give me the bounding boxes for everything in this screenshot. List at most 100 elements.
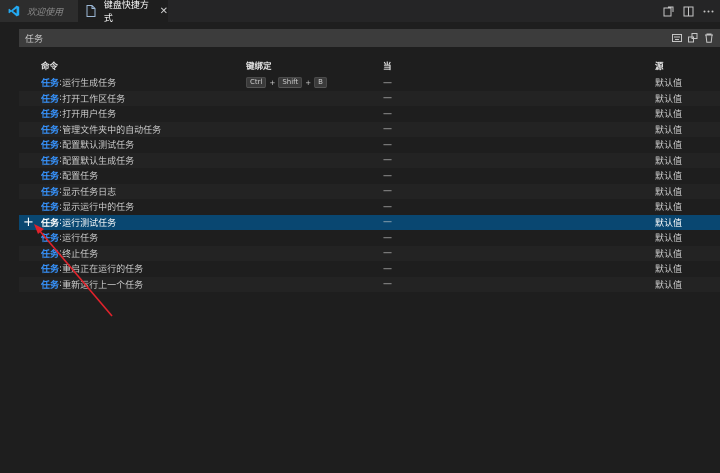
table-row[interactable]: 任务: 打开工作区任务 — 默认值 <box>19 90 720 107</box>
command-cell: 任务: 重新运行上一个任务 <box>41 277 143 293</box>
command-name: 配置默认测试任务 <box>62 141 135 152</box>
when-cell: — <box>383 155 392 166</box>
table-row[interactable]: 任务: 管理文件夹中的自动任务 — 默认值 <box>19 121 720 138</box>
command-name: 显示运行中的任务 <box>62 203 135 214</box>
command-name: 打开用户任务 <box>62 110 117 121</box>
clear-search-icon[interactable] <box>704 33 714 43</box>
tab-welcome-label: 欢迎使用 <box>27 7 64 18</box>
command-cell: 任务: 重启正在运行的任务 <box>41 261 143 277</box>
source-cell: 默认值 <box>655 234 683 245</box>
command-name: 终止任务 <box>62 249 99 260</box>
command-category: 任务 <box>41 187 60 198</box>
command-cell: 任务: 管理文件夹中的自动任务 <box>41 122 161 138</box>
table-row[interactable]: 任务: 终止任务 — 默认值 <box>19 245 720 261</box>
source-cell: 默认值 <box>655 79 683 90</box>
source-cell: 默认值 <box>655 125 683 136</box>
close-icon[interactable]: ✕ <box>160 6 168 17</box>
when-cell: — <box>383 201 392 212</box>
record-keys-icon[interactable] <box>672 33 682 43</box>
tab-welcome[interactable]: 欢迎使用 <box>0 0 78 22</box>
command-category: 任务 <box>41 110 60 121</box>
command-name: 运行任务 <box>62 234 99 245</box>
command-category: 任务 <box>41 94 60 105</box>
vscode-logo-icon <box>7 4 21 18</box>
command-cell: 任务: 运行任务 <box>41 230 98 246</box>
command-category: 任务 <box>41 203 60 214</box>
sort-by-precedence-icon[interactable] <box>688 33 698 43</box>
table-row[interactable]: 任务: 配置默认测试任务 — 默认值 <box>19 137 720 153</box>
command-name: 运行测试任务 <box>62 218 117 229</box>
command-category: 任务 <box>41 234 60 245</box>
column-command: 命令 <box>41 61 59 72</box>
key-plus: + <box>269 78 276 87</box>
when-cell: — <box>383 186 392 197</box>
command-category: 任务 <box>41 79 60 90</box>
when-cell: — <box>383 77 392 88</box>
tab-keyboard-shortcuts[interactable]: 键盘快捷方式 ✕ <box>78 0 168 24</box>
table-row[interactable]: 任务: 打开用户任务 — 默认值 <box>19 106 720 122</box>
table-row[interactable]: 任务: 运行任务 — 默认值 <box>19 230 720 246</box>
keybinding-table: 任务: 运行生成任务 Ctrl + Shift + B — 默认值 任务: 打开工作区任务 — 默认… <box>19 75 720 292</box>
table-row[interactable]: 任务: 显示任务日志 — 默认值 <box>19 183 720 200</box>
when-cell: — <box>383 217 392 228</box>
source-cell: 默认值 <box>655 203 683 214</box>
split-editor-icon[interactable] <box>683 6 694 17</box>
table-header: 命令 键绑定 当 源 <box>19 58 720 73</box>
command-category: 任务 <box>41 249 60 260</box>
table-row[interactable]: 任务: 配置任务 — 默认值 <box>19 168 720 184</box>
more-actions-icon[interactable] <box>703 6 714 17</box>
source-cell: 默认值 <box>655 141 683 152</box>
when-cell: — <box>383 124 392 135</box>
command-category: 任务 <box>41 280 60 291</box>
command-cell: 任务: 打开用户任务 <box>41 106 116 122</box>
command-name: 重新运行上一个任务 <box>62 280 144 291</box>
command-cell: 任务: 运行测试任务 <box>41 215 116 231</box>
when-cell: — <box>383 108 392 119</box>
when-cell: — <box>383 279 392 290</box>
source-cell: 默认值 <box>655 265 683 276</box>
when-cell: — <box>383 170 392 181</box>
table-row[interactable]: 任务: 重启正在运行的任务 — 默认值 <box>19 261 720 277</box>
when-cell: — <box>383 93 392 104</box>
table-row[interactable]: + 任务: 运行测试任务 — 默认值 <box>19 214 720 231</box>
command-name: 运行生成任务 <box>62 79 117 90</box>
command-name: 配置默认生成任务 <box>62 156 135 167</box>
tab-keyboard-shortcuts-label: 键盘快捷方式 <box>103 1 149 24</box>
open-json-icon[interactable] <box>663 6 674 17</box>
source-cell: 默认值 <box>655 218 683 229</box>
when-cell: — <box>383 139 392 150</box>
add-keybinding-icon[interactable]: + <box>23 215 34 231</box>
source-cell: 默认值 <box>655 172 683 183</box>
keycap: Shift <box>278 77 303 89</box>
command-cell: 任务: 配置默认测试任务 <box>41 137 134 153</box>
column-keybinding: 键绑定 <box>246 61 272 72</box>
when-cell: — <box>383 263 392 274</box>
source-cell: 默认值 <box>655 156 683 167</box>
command-name: 显示任务日志 <box>62 187 117 198</box>
command-cell: 任务: 运行生成任务 <box>41 75 116 91</box>
search-actions <box>672 29 714 47</box>
command-cell: 任务: 显示任务日志 <box>41 184 116 200</box>
command-name: 配置任务 <box>62 172 99 183</box>
tab-bar: 欢迎使用 键盘快捷方式 ✕ <box>0 0 720 24</box>
table-row[interactable]: 任务: 显示运行中的任务 — 默认值 <box>19 199 720 215</box>
source-cell: 默认值 <box>655 187 683 198</box>
command-cell: 任务: 显示运行中的任务 <box>41 199 134 215</box>
when-cell: — <box>383 232 392 243</box>
column-when: 当 <box>383 61 392 72</box>
command-category: 任务 <box>41 141 60 152</box>
table-row[interactable]: 任务: 重新运行上一个任务 — 默认值 <box>19 276 720 293</box>
editor-actions <box>663 0 714 22</box>
table-row[interactable]: 任务: 配置默认生成任务 — 默认值 <box>19 152 720 168</box>
file-icon <box>85 4 98 18</box>
source-cell: 默认值 <box>655 249 683 260</box>
command-cell: 任务: 配置任务 <box>41 168 98 184</box>
key-plus: + <box>305 78 312 87</box>
source-cell: 默认值 <box>655 110 683 121</box>
command-category: 任务 <box>41 218 60 229</box>
column-source: 源 <box>655 61 664 72</box>
command-cell: 任务: 打开工作区任务 <box>41 91 125 107</box>
table-row[interactable]: 任务: 运行生成任务 Ctrl + Shift + B — 默认值 <box>19 75 720 91</box>
command-name: 打开工作区任务 <box>62 94 126 105</box>
search-input[interactable] <box>19 29 659 47</box>
